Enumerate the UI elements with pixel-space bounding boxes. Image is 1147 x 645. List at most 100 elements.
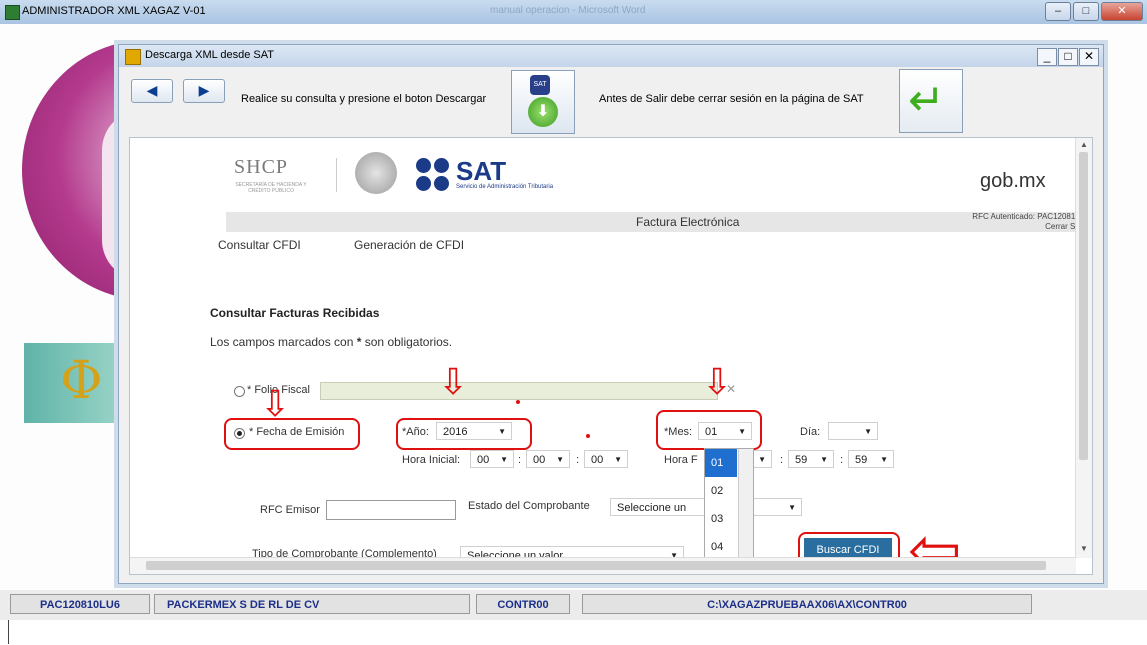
- horizontal-scrollbar[interactable]: [130, 557, 1076, 574]
- hora-final-ss-select[interactable]: 59 ▼: [848, 450, 894, 468]
- dropdown-chevron-icon: ▼: [498, 427, 506, 436]
- sat-logo-subtitle: Servicio de Administración Tributaria: [456, 184, 554, 190]
- hora-final-mm-select[interactable]: 59 ▼: [788, 450, 834, 468]
- hora-inicial-ss-select[interactable]: 00 ▼: [584, 450, 628, 468]
- list-item[interactable]: 03: [705, 505, 737, 533]
- anio-value: 2016: [443, 426, 468, 438]
- sat-dots-icon: [416, 158, 450, 192]
- logout-instruction: Antes de Salir debe cerrar sesión en la …: [599, 93, 864, 105]
- mes-value: 01: [705, 426, 718, 438]
- query-instruction: Realice su consulta y presione el boton …: [241, 93, 487, 105]
- download-arrow-icon: ⬇: [528, 97, 558, 127]
- dialog-titlebar: Descarga XML desde SAT _ □ ✕: [119, 45, 1103, 67]
- estado-value: Seleccione un: [617, 502, 687, 514]
- dialog-minimize-button[interactable]: _: [1037, 48, 1057, 66]
- hora-inicial-ss-value: 00: [591, 454, 604, 466]
- hora-final-ss-value: 59: [855, 454, 868, 466]
- section-bar-title: Factura Electrónica: [636, 215, 740, 229]
- dialog-icon: [125, 49, 141, 65]
- minimize-button[interactable]: –: [1045, 2, 1071, 21]
- back-button[interactable]: ◀: [131, 79, 173, 103]
- dropdown-chevron-icon: ▼: [788, 503, 796, 512]
- download-button[interactable]: SAT ⬇: [511, 70, 575, 134]
- dialog-title: Descarga XML desde SAT: [145, 49, 275, 61]
- folio-fiscal-input[interactable]: [320, 382, 718, 400]
- shcp-logo: SHCP SECRETARÍA DE HACIENDA Y CRÉDITO PÚ…: [226, 156, 316, 196]
- menu-generacion-cfdi[interactable]: Generación de CFDI: [354, 238, 464, 252]
- forward-arrow-icon: ▶: [198, 82, 210, 98]
- dialog-maximize-button[interactable]: □: [1058, 48, 1078, 66]
- form-title: Consultar Facturas Recibidas: [210, 306, 380, 320]
- shcp-logo-subtitle: SECRETARÍA DE HACIENDA Y CRÉDITO PÚBLICO: [235, 182, 307, 194]
- time-separator: :: [518, 454, 522, 466]
- mes-select[interactable]: 01 ▼: [698, 422, 752, 440]
- maximize-button[interactable]: □: [1073, 2, 1099, 21]
- app-titlebar: ADMINISTRADOR XML XAGAZ V-01 manual oper…: [0, 0, 1147, 25]
- required-note-pre: Los campos marcados con: [210, 335, 357, 349]
- annotation-arrow-down-icon: ⇩: [260, 383, 291, 424]
- status-path: C:\XAGAZPRUEBAAX06\AX\CONTR00: [582, 594, 1032, 614]
- hora-final-hh-select[interactable]: ▼: [752, 450, 772, 468]
- mes-dropdown-list[interactable]: 01 02 03 04: [704, 448, 754, 562]
- mexico-seal-icon: [355, 152, 397, 194]
- exit-return-icon: ↵: [908, 76, 945, 125]
- background-window-title: manual operacion - Microsoft Word: [490, 5, 646, 16]
- fecha-radio[interactable]: [234, 428, 245, 439]
- rfc-emisor-input[interactable]: [326, 500, 456, 520]
- rfc-authenticated: RFC Autenticado: PAC120810LU Cerrar Sesi…: [930, 212, 1090, 232]
- dia-select[interactable]: ▼: [828, 422, 878, 440]
- required-note: Los campos marcados con * son obligatori…: [210, 335, 452, 349]
- cursor-line: [8, 620, 9, 644]
- annotation-arrow-down-icon: ⇩: [438, 361, 469, 402]
- logo-divider: [336, 158, 337, 192]
- logout-link[interactable]: Cerrar Sesió: [930, 222, 1090, 232]
- gobmx-logo: gob.mx: [980, 170, 1046, 192]
- app-title: ADMINISTRADOR XML XAGAZ V-01: [22, 5, 206, 17]
- dropdown-scrollbar[interactable]: [738, 449, 753, 559]
- sat-download-icon: SAT: [530, 75, 550, 95]
- shcp-logo-text: SHCP: [234, 156, 289, 178]
- back-arrow-icon: ◀: [146, 82, 158, 98]
- required-note-post: son obligatorios.: [361, 335, 453, 349]
- vertical-scrollbar[interactable]: ▲ ▼: [1075, 138, 1092, 558]
- sat-web-view: SHCP SECRETARÍA DE HACIENDA Y CRÉDITO PÚ…: [129, 137, 1093, 582]
- dropdown-chevron-icon: ▼: [738, 427, 746, 436]
- time-separator: :: [840, 454, 844, 466]
- time-separator: :: [576, 454, 580, 466]
- dropdown-chevron-icon: ▼: [864, 427, 872, 436]
- dialog-close-button[interactable]: ✕: [1079, 48, 1099, 66]
- status-company: PACKERMEX S DE RL DE CV: [154, 594, 470, 614]
- anio-label: *Año:: [402, 426, 429, 438]
- status-rfc: PAC120810LU6: [10, 594, 150, 614]
- hora-inicial-hh-select[interactable]: 00 ▼: [470, 450, 514, 468]
- dia-label: Día:: [800, 426, 821, 438]
- hora-inicial-mm-value: 00: [533, 454, 546, 466]
- annotation-dot: [516, 400, 520, 404]
- hora-final-mm-value: 59: [795, 454, 808, 466]
- rfc-emisor-label: RFC Emisor: [260, 504, 320, 516]
- time-separator: :: [780, 454, 784, 466]
- hora-inicial-label: Hora Inicial:: [402, 454, 461, 466]
- hora-final-label: Hora F: [664, 454, 698, 466]
- rfc-authenticated-text: RFC Autenticado: PAC120810LU: [972, 212, 1090, 221]
- annotation-dot: [586, 434, 590, 438]
- fecha-label: * Fecha de Emisión: [249, 426, 345, 438]
- dialog-window-controls: _ □ ✕: [1037, 48, 1099, 66]
- menu-consultar-cfdi[interactable]: Consultar CFDI: [218, 238, 301, 252]
- anio-select[interactable]: 2016 ▼: [436, 422, 512, 440]
- status-user: CONTR00: [476, 594, 570, 614]
- app-window-controls: – □ ✕: [1045, 2, 1143, 21]
- estado-label: Estado del Comprobante: [468, 500, 590, 512]
- exit-button[interactable]: ↵: [899, 69, 963, 133]
- mes-label: *Mes:: [664, 426, 693, 438]
- close-button[interactable]: ✕: [1101, 2, 1143, 21]
- list-item[interactable]: 02: [705, 477, 737, 505]
- status-bar: PAC120810LU6 PACKERMEX S DE RL DE CV CON…: [0, 590, 1147, 620]
- forward-button[interactable]: ▶: [183, 79, 225, 103]
- folio-radio[interactable]: [234, 386, 245, 397]
- list-item[interactable]: 01: [705, 449, 737, 477]
- annotation-arrow-down-icon: ⇩: [702, 361, 733, 402]
- app-icon: [5, 5, 20, 20]
- hora-inicial-hh-value: 00: [477, 454, 490, 466]
- hora-inicial-mm-select[interactable]: 00 ▼: [526, 450, 570, 468]
